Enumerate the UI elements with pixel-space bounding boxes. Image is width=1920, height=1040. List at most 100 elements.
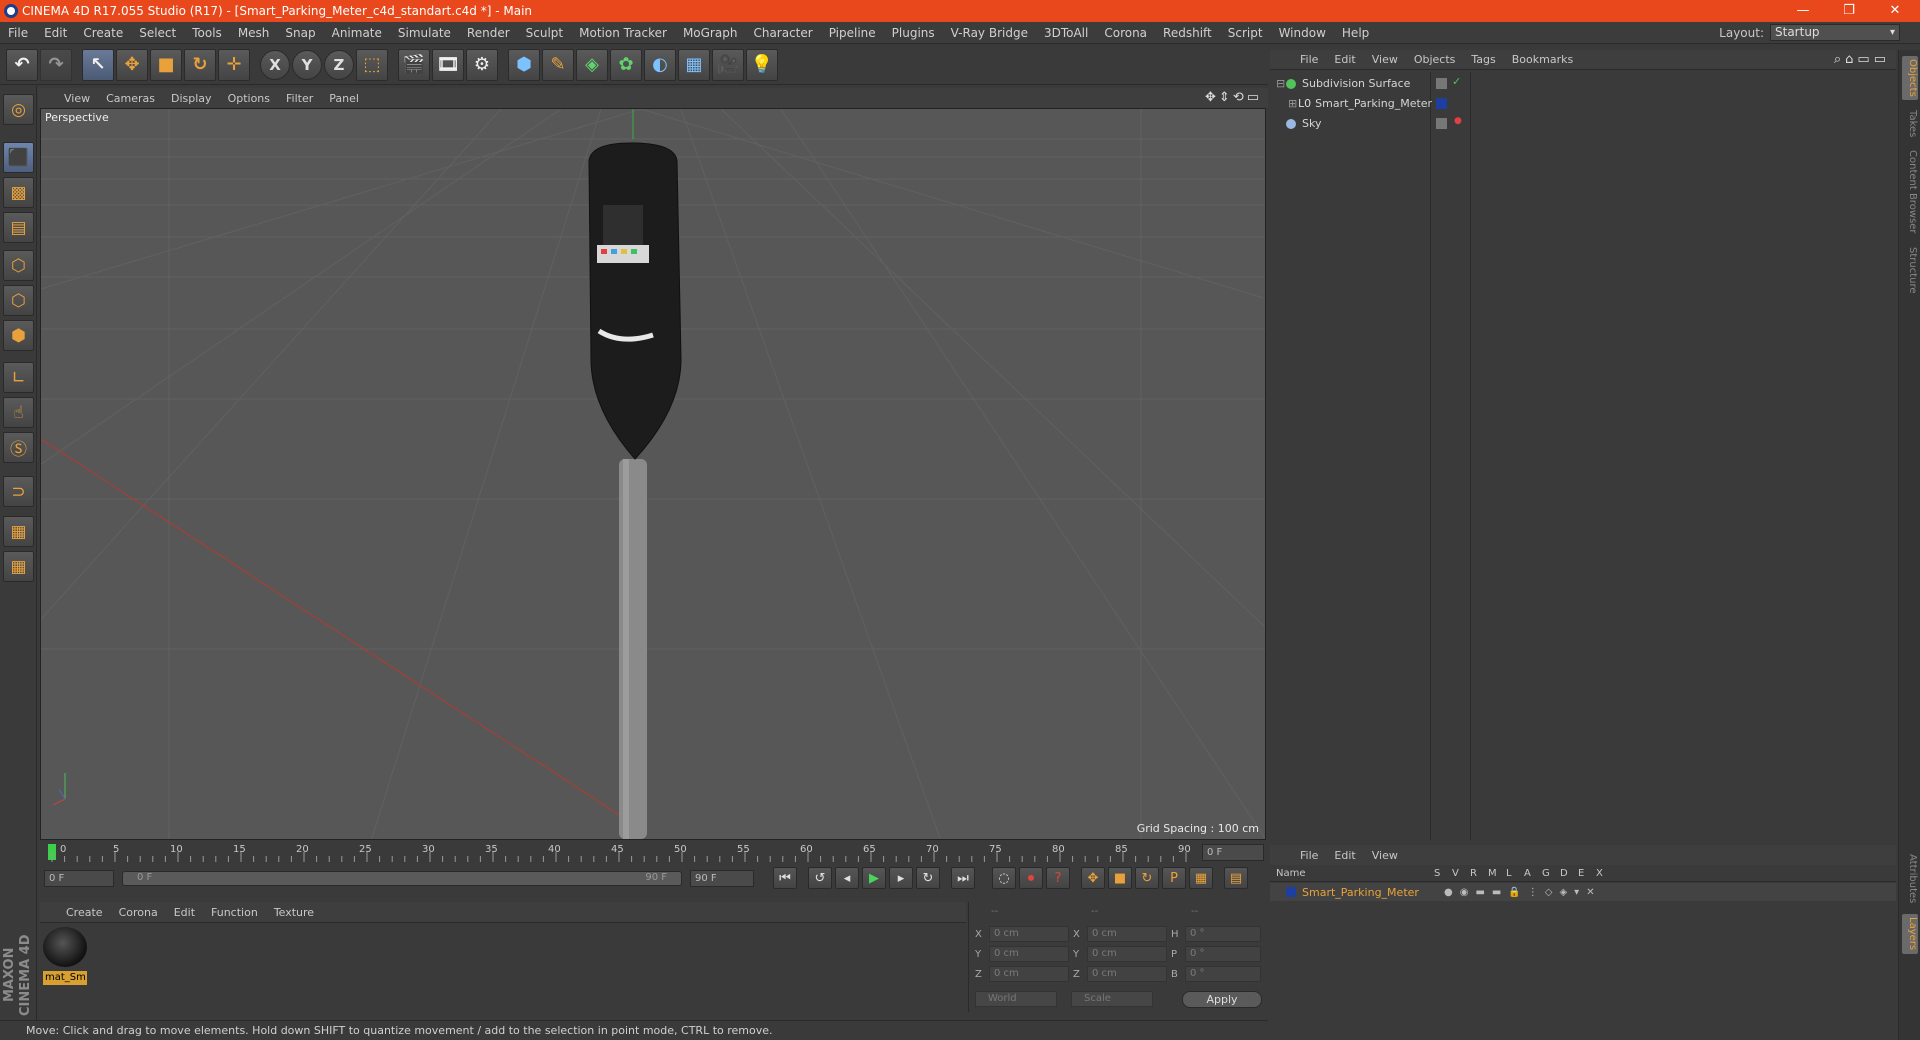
object-menu-bookmarks[interactable]: Bookmarks [1504,53,1581,66]
restore-button[interactable]: ❐ [1826,0,1872,22]
live-selection-icon[interactable]: ↖ [82,48,114,81]
play-forward-icon[interactable]: ▶ [862,867,886,889]
light-icon[interactable]: 💡 [746,48,778,81]
key-parameter-icon[interactable]: P [1162,867,1186,889]
rotation-p-field[interactable]: 0 ° [1185,946,1261,962]
menu-select[interactable]: Select [131,26,184,40]
camera-label[interactable]: Perspective [45,111,109,124]
polygons-mode-icon[interactable]: ⬢ [3,320,34,351]
viewport-menu-panel[interactable]: Panel [321,92,367,105]
parking-meter-model[interactable] [588,142,682,839]
material-menu-corona[interactable]: Corona [111,906,166,919]
object-menu-file[interactable]: File [1292,53,1326,66]
material-menu-function[interactable]: Function [203,906,266,919]
current-frame-field[interactable]: 0 F [1202,844,1264,861]
expand-icon[interactable]: ⊟ [1276,77,1286,90]
layer-toggle-icons[interactable]: ●◉▬▬🔒⋮◇◈▾✕ [1444,887,1602,898]
end-frame-field[interactable]: 90 F [690,869,754,887]
workplane-mode-icon[interactable]: ▤ [3,212,34,243]
tab-content-browser[interactable]: Content Browser [1902,148,1918,236]
layout-dropdown[interactable]: Startup [1770,24,1900,41]
timeline-ruler[interactable]: 0 5 10 15 20 25 30 35 40 45 50 55 60 65 … [40,842,1266,864]
material-menu-create[interactable]: Create [58,906,111,919]
material-thumbnail[interactable] [43,927,87,967]
redo-icon[interactable]: ↷ [40,48,72,81]
menu-motion-tracker[interactable]: Motion Tracker [571,26,675,40]
tweak-mode-icon[interactable]: ☝ [3,397,34,428]
menu-tools[interactable]: Tools [184,26,230,40]
coordinate-space-dropdown[interactable]: World [975,991,1057,1007]
make-editable-icon[interactable]: ◎ [3,94,34,125]
viewport-menu-display[interactable]: Display [163,92,220,105]
menu-3dtoall[interactable]: 3DToAll [1036,26,1096,40]
axis-mode-icon[interactable]: ∟ [3,362,34,393]
enabled-check-icon[interactable]: ✓ [1452,75,1461,88]
menu-mesh[interactable]: Mesh [230,26,278,40]
subdivision-surface-icon[interactable]: ◈ [576,48,608,81]
menu-render[interactable]: Render [459,26,518,40]
frame-range-slider[interactable]: 0 F 90 F [122,870,682,886]
object-row-subdivision-surface[interactable]: ⊟ Subdivision Surface ✓ [1270,74,1896,93]
y-axis-lock-icon[interactable]: Y [292,49,322,80]
material-name[interactable]: mat_Sm [43,971,87,985]
menu-character[interactable]: Character [745,26,820,40]
x-axis-lock-icon[interactable]: X [260,49,290,80]
object-menu-view[interactable]: View [1364,53,1406,66]
close-button[interactable]: ✕ [1872,0,1918,22]
coordinate-system-icon[interactable]: ⬚ [356,48,388,81]
model-mode-icon[interactable]: ⬛ [3,142,34,173]
layer-name[interactable]: Smart_Parking_Meter [1302,886,1444,899]
layer-menu-view[interactable]: View [1364,849,1406,862]
position-z-field[interactable]: 0 cm [989,966,1069,982]
position-y-field[interactable]: 0 cm [989,946,1069,962]
viewport-menu-options[interactable]: Options [220,92,278,105]
minimize-button[interactable]: — [1780,0,1826,22]
menu-sculpt[interactable]: Sculpt [518,26,571,40]
viewport-menu-cameras[interactable]: Cameras [98,92,163,105]
menu-vray-bridge[interactable]: V-Ray Bridge [943,26,1036,40]
next-key-icon[interactable]: ↻ [916,867,940,889]
object-menu-objects[interactable]: Objects [1406,53,1464,66]
size-y-field[interactable]: 0 cm [1087,946,1167,962]
menu-redshift[interactable]: Redshift [1155,26,1220,40]
spline-pen-icon[interactable]: ✎ [542,48,574,81]
size-z-field[interactable]: 0 cm [1087,966,1167,982]
grid-snap-icon[interactable]: ▦ [3,551,34,582]
scale-tool-icon[interactable]: ■ [150,48,182,81]
key-scale-icon[interactable]: ■ [1108,867,1132,889]
points-mode-icon[interactable]: ⬡ [3,250,34,281]
perspective-viewport[interactable]: Perspective Grid Spacing : 100 cm [40,108,1266,840]
next-frame-icon[interactable]: ▸ [889,867,913,889]
layer-menu-file[interactable]: File [1292,849,1326,862]
coordinate-mode-dropdown[interactable]: Scale [1071,991,1153,1007]
layer-menu-edit[interactable]: Edit [1326,849,1363,862]
z-axis-lock-icon[interactable]: Z [324,49,354,80]
menu-snap[interactable]: Snap [277,26,323,40]
menu-mograph[interactable]: MoGraph [675,26,746,40]
tab-takes[interactable]: Takes [1902,106,1918,142]
rotation-b-field[interactable]: 0 ° [1185,966,1261,982]
start-frame-field[interactable]: 0 F [44,869,114,887]
recent-tool-icon[interactable]: ✛ [218,48,250,81]
snap-icon[interactable]: Ⓢ [3,432,34,463]
previous-frame-icon[interactable]: ◂ [835,867,859,889]
viewport-nav-icons[interactable]: ✥⇕⟲▭ [1205,90,1262,105]
cube-primitive-icon[interactable]: ⬢ [508,48,540,81]
menu-pipeline[interactable]: Pipeline [821,26,884,40]
key-position-icon[interactable]: ✥ [1081,867,1105,889]
viewport-menu-view[interactable]: View [56,92,98,105]
tab-objects[interactable]: Objects [1902,56,1918,100]
cloner-icon[interactable]: ✿ [610,48,642,81]
position-x-field[interactable]: 0 cm [989,926,1069,942]
object-row-sky[interactable]: Sky ● [1270,114,1896,133]
key-rotation-icon[interactable]: ↻ [1135,867,1159,889]
record-active-icon[interactable]: ⏺ [1019,867,1043,889]
go-to-end-icon[interactable]: ⏭ [951,867,975,889]
menu-create[interactable]: Create [75,26,131,40]
go-to-start-icon[interactable]: ⏮ [773,867,797,889]
camera-icon[interactable]: 🎥 [712,48,744,81]
tab-attributes[interactable]: Attributes [1902,850,1918,908]
texture-mode-icon[interactable]: ▩ [3,177,34,208]
menu-plugins[interactable]: Plugins [884,26,943,40]
object-menu-tags[interactable]: Tags [1463,53,1503,66]
